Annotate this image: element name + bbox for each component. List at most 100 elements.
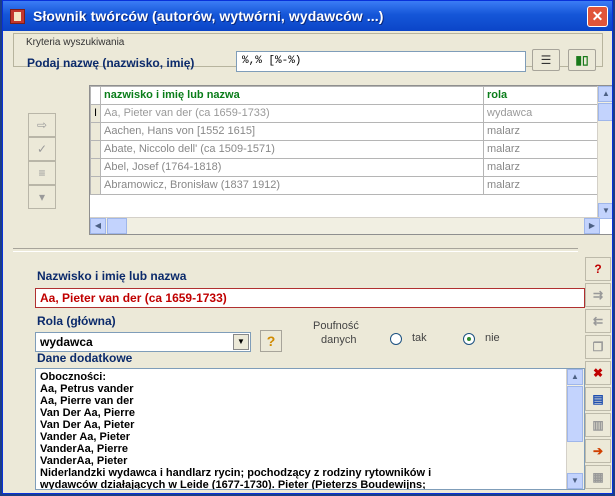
memo-scroll-thumb[interactable] [567,386,583,442]
copy-button[interactable]: ❐ [585,335,611,359]
goto-icon: ➔ [592,444,604,458]
delete-button[interactable]: ✖ [585,361,611,385]
cell-name[interactable]: Aa, Pieter van der (ca 1659-1733) [100,104,484,123]
chevron-down-icon[interactable]: ▼ [233,334,249,350]
cell-role[interactable]: malarz [483,158,601,177]
side-down-button[interactable]: ▾ [28,185,56,209]
cell-name[interactable]: Abramowicz, Bronisław (1837 1912) [100,176,484,195]
scroll-left-icon[interactable]: ◀ [90,218,106,234]
row-indicator: I [90,104,101,123]
memo-line: Van Der Aa, Pierre [40,407,135,419]
role-label: Rola (główna) [37,314,116,328]
table-row[interactable]: Abel, Josef (1764-1818) malarz [90,158,601,177]
paste-icon: ▥ [592,418,604,432]
split-icon: ⇇ [592,314,604,328]
scroll-right-icon[interactable]: ▶ [584,218,600,234]
checkmark-icon: ✓ [36,142,48,156]
scroll-up-icon[interactable]: ▲ [598,86,612,102]
chart-button[interactable]: ▮▯ [568,49,596,71]
cell-role[interactable]: malarz [483,140,601,159]
name-field[interactable]: Aa, Pieter van der (ca 1659-1733) [35,288,585,308]
scroll-down-icon[interactable]: ▼ [567,473,583,489]
creators-grid[interactable]: nazwisko i imię lub nazwa rola I Aa, Pie… [89,85,612,235]
memo-line: Van Der Aa, Pieter [40,419,135,431]
book-icon [10,9,25,24]
help-button[interactable]: ? [260,330,282,352]
privacy-label-2: danych [321,334,357,346]
column-header-role[interactable]: rola [483,86,601,105]
radio-yes[interactable] [390,333,402,345]
down-icon: ▾ [38,190,46,204]
calculator-icon: ▦ [592,470,604,484]
section-separator [13,248,578,252]
grid-corner [90,86,101,105]
memo-line: VanderAa, Pieter [40,455,128,467]
delete-icon: ✖ [592,366,604,380]
table-row[interactable]: Abate, Niccolo dell' (ca 1509-1571) mala… [90,140,601,159]
search-label: Podaj nazwę (nazwisko, imię) [27,56,195,70]
radio-no[interactable] [463,333,475,345]
memo-line: VanderAa, Pierre [40,443,129,455]
row-indicator [90,158,101,177]
side-check-button[interactable]: ✓ [28,137,56,161]
search-criteria-legend: Kryteria wyszukiwania [23,37,128,49]
search-person-button[interactable]: ? [585,257,611,281]
dictionary-window: Słownik twórców (autorów, wytwórni, wyda… [2,0,613,494]
extra-data-label: Dane dodatkowe [37,351,133,365]
cell-name[interactable]: Abate, Niccolo dell' (ca 1509-1571) [100,140,484,159]
extra-data-memo[interactable]: Oboczności: Aa, Petrus vander Aa, Pierre… [35,368,585,490]
bar-chart-icon: ▮▯ [575,53,589,67]
row-indicator [90,122,101,141]
calculator-button[interactable]: ▦ [585,465,611,489]
search-person-icon: ? [594,262,602,276]
row-indicator [90,176,101,195]
edit-record-button[interactable]: ▤ [585,387,611,411]
paste-button[interactable]: ▥ [585,413,611,437]
filter-list-icon: ☰ [540,53,552,67]
grid-vertical-scrollbar[interactable]: ▲ ▼ [597,86,612,219]
side-insert-button[interactable]: ≡ [28,161,56,185]
arrange-icon: ⇉ [592,288,604,302]
split-button[interactable]: ⇇ [585,309,611,333]
radio-no-label[interactable]: nie [485,332,500,344]
close-button[interactable]: ✕ [587,6,608,27]
memo-vertical-scrollbar[interactable]: ▲ ▼ [566,369,584,489]
table-row[interactable]: Aachen, Hans von [1552 1615] malarz [90,122,601,141]
memo-line: wydawców działających w Leide (1677-1730… [40,479,426,490]
memo-line: Niderlandzki wydawca i handlarz rycin; p… [40,467,432,479]
column-header-name[interactable]: nazwisko i imię lub nazwa [100,86,484,105]
grid-horizontal-scrollbar[interactable]: ◀ ▶ [90,217,600,234]
window-title: Słownik twórców (autorów, wytwórni, wyda… [33,8,384,24]
grid-hscroll-thumb[interactable] [107,218,127,234]
memo-line: Oboczności: [40,371,107,383]
search-input[interactable]: %,% [%-%) [236,51,526,72]
cell-name[interactable]: Abel, Josef (1764-1818) [100,158,484,177]
scroll-up-icon[interactable]: ▲ [567,369,583,385]
grid-vscroll-thumb[interactable] [598,103,612,121]
role-select[interactable]: wydawca ▼ [35,332,251,352]
row-indicator [90,140,101,159]
scroll-down-icon[interactable]: ▼ [598,203,612,219]
select-icon: ⇨ [36,118,48,132]
insert-icon: ≡ [38,166,46,180]
name-label: Nazwisko i imię lub nazwa [37,269,187,283]
edit-record-icon: ▤ [592,392,604,406]
arrange-button[interactable]: ⇉ [585,283,611,307]
table-row[interactable]: Abramowicz, Bronisław (1837 1912) malarz [90,176,601,195]
cell-name[interactable]: Aachen, Hans von [1552 1615] [100,122,484,141]
cell-role[interactable]: wydawca [483,104,601,123]
filter-button[interactable]: ☰ [532,49,560,71]
cell-role[interactable]: malarz [483,176,601,195]
title-bar[interactable]: Słownik twórców (autorów, wytwórni, wyda… [3,1,612,31]
radio-yes-label[interactable]: tak [412,332,427,344]
memo-line: Vander Aa, Pieter [40,431,131,443]
goto-button[interactable]: ➔ [585,439,611,463]
side-select-button[interactable]: ⇨ [28,113,56,137]
privacy-label-1: Poufność [313,320,359,332]
memo-line: Aa, Pierre van der [40,395,134,407]
role-select-value: wydawca [40,335,93,349]
grid-header-row: nazwisko i imię lub nazwa rola [90,86,601,105]
cell-role[interactable]: malarz [483,122,601,141]
copy-icon: ❐ [592,340,604,354]
table-row[interactable]: I Aa, Pieter van der (ca 1659-1733) wyda… [90,104,601,123]
